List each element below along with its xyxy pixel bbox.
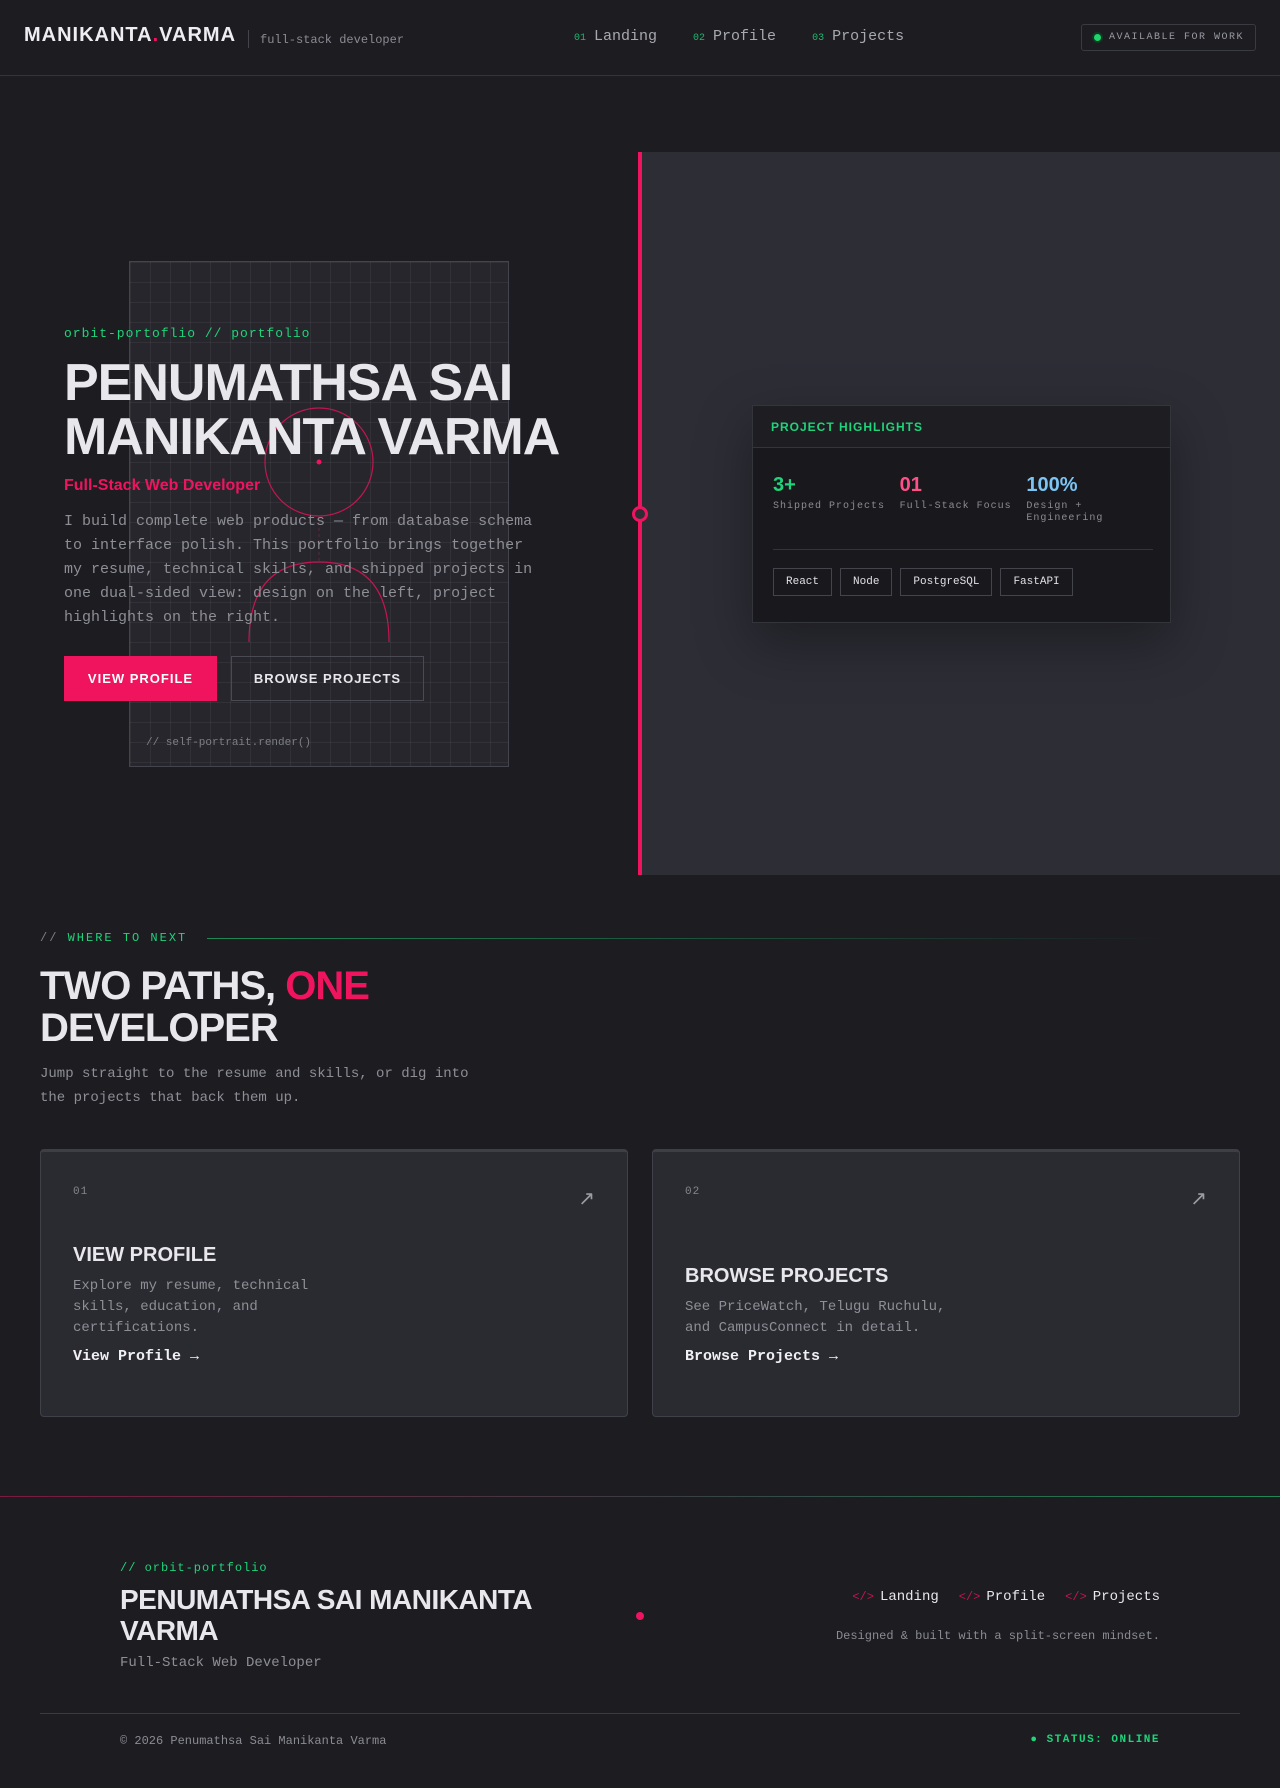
footer-divider (40, 1713, 1240, 1714)
footer-nav-label: Projects (1092, 1589, 1160, 1605)
nav-item-projects[interactable]: 03 Projects (812, 28, 904, 45)
stat-item: 100% Design + Engineering (1026, 474, 1153, 525)
code-icon: </> (1065, 1590, 1087, 1604)
stat-value: 100% (1026, 474, 1078, 496)
hero-title: PENUMATHSA SAI MANIKANTA VARMA (64, 354, 560, 466)
code-icon: </> (852, 1590, 874, 1604)
nav-item-landing[interactable]: 01 Landing (574, 28, 657, 45)
title-highlight: ONE (285, 964, 370, 1008)
stat-value: 3+ (773, 474, 796, 496)
nav-number: 03 (812, 33, 825, 44)
stat-label: Design + Engineering (1026, 501, 1104, 524)
card-title: VIEW PROFILE (73, 1244, 217, 1266)
highlights-stats: 3+ Shipped Projects 01 Full-Stack Focus … (773, 474, 1153, 525)
browse-projects-link[interactable]: Browse Projects → (685, 1348, 838, 1365)
arrow-up-right-icon: ↗ (1190, 1188, 1207, 1210)
eyebrow-text: WHERE TO NEXT (67, 931, 188, 945)
stat-label: Full-Stack Focus (899, 501, 1012, 512)
paths-description: Jump straight to the resume and skills, … (40, 1066, 469, 1106)
divider-node-icon (632, 506, 648, 522)
tech-tags: React Node PostgreSQL FastAPI (773, 568, 1073, 596)
footer-eyebrow: // orbit-portfolio (120, 1561, 268, 1575)
hero-description: I build complete web products — from dat… (64, 513, 533, 626)
footer-name: PENUMATHSA SAI MANIKANTA VARMA (120, 1584, 532, 1646)
title-part: TWO PATHS, (40, 964, 276, 1008)
card-number: 02 (685, 1186, 701, 1198)
nav-label: Profile (713, 28, 777, 45)
footer-nav-label: Landing (879, 1589, 939, 1605)
site-logo[interactable]: MANIKANTA.VARMA (24, 24, 236, 47)
tech-tag: Node (840, 568, 893, 596)
logo-first: MANIKANTA (24, 24, 153, 46)
nav-number: 01 (574, 33, 587, 44)
highlights-divider (773, 549, 1153, 550)
eyebrow-rule (207, 938, 1177, 939)
paths-title: TWO PATHS, ONE DEVELOPER (40, 965, 520, 1049)
code-icon: </> (958, 1590, 981, 1604)
footer-nav-profile[interactable]: </> Profile (959, 1589, 1045, 1605)
card-description: See PriceWatch, Telugu Ruchulu, and Camp… (685, 1299, 946, 1336)
title-part: DEVELOPER (40, 1006, 279, 1050)
site-header: MANIKANTA.VARMA full-stack developer 01 … (0, 0, 1280, 76)
view-profile-card[interactable]: 01 ↗ VIEW PROFILE Explore my resume, tec… (40, 1149, 628, 1417)
nav-item-profile[interactable]: 02 Profile (693, 28, 776, 45)
browse-projects-button[interactable]: BROWSE PROJECTS (231, 656, 424, 701)
availability-badge: AVAILABLE FOR WORK (1081, 24, 1256, 51)
footer-dot-icon (636, 1612, 644, 1620)
view-profile-link[interactable]: View Profile → (73, 1348, 199, 1365)
copyright: © 2026 Penumathsa Sai Manikanta Varma (120, 1734, 387, 1748)
nav-label: Landing (594, 28, 658, 45)
footer-rule (0, 1496, 1280, 1497)
view-profile-button[interactable]: VIEW PROFILE (64, 656, 217, 701)
stat-item: 01 Full-Stack Focus (900, 474, 1027, 525)
footer-nav-projects[interactable]: </> Projects (1065, 1589, 1160, 1605)
stat-label: Shipped Projects (773, 501, 886, 512)
highlights-title: PROJECT HIGHLIGHTS (753, 406, 1170, 448)
logo-last: VARMA (159, 24, 237, 46)
footer-nav-landing[interactable]: </> Landing (852, 1589, 938, 1605)
logo-subtitle: full-stack developer (260, 33, 405, 47)
stat-item: 3+ Shipped Projects (773, 474, 900, 525)
arrow-up-right-icon: ↗ (578, 1188, 595, 1210)
paths-eyebrow: // WHERE TO NEXT (40, 931, 187, 945)
card-title: BROWSE PROJECTS (685, 1265, 889, 1287)
footer-nav: </> Landing </> Profile </> Projects (852, 1589, 1160, 1605)
stat-value: 01 (899, 474, 922, 496)
hero-role: Full-Stack Web Developer (64, 477, 261, 494)
tech-tag: React (773, 568, 833, 596)
footer-role: Full-Stack Web Developer (120, 1655, 322, 1671)
footer-nav-label: Profile (986, 1589, 1046, 1605)
status-dot-icon (1094, 34, 1101, 41)
tech-tag: FastAPI (1000, 568, 1073, 596)
nav-number: 02 (693, 33, 706, 44)
hero-eyebrow: orbit-portoflio // portfolio (64, 326, 311, 341)
tech-tag: PostgreSQL (900, 568, 993, 596)
card-description: Explore my resume, technical skills, edu… (73, 1278, 309, 1336)
eyebrow-prefix: // (40, 931, 59, 945)
nav-label: Projects (832, 28, 905, 45)
browse-projects-card[interactable]: 02 ↗ BROWSE PROJECTS See PriceWatch, Tel… (652, 1149, 1240, 1417)
portrait-caption: // self-portrait.render() (146, 737, 312, 749)
status-online-badge: ● STATUS: ONLINE (1030, 1734, 1160, 1746)
footer-tagline: Designed & built with a split-screen min… (835, 1629, 1160, 1643)
card-number: 01 (73, 1186, 89, 1198)
project-highlights-card: PROJECT HIGHLIGHTS 3+ Shipped Projects 0… (752, 405, 1171, 623)
logo-divider (248, 30, 249, 48)
main-nav: 01 Landing 02 Profile 03 Projects (574, 28, 904, 45)
availability-text: AVAILABLE FOR WORK (1109, 32, 1245, 43)
